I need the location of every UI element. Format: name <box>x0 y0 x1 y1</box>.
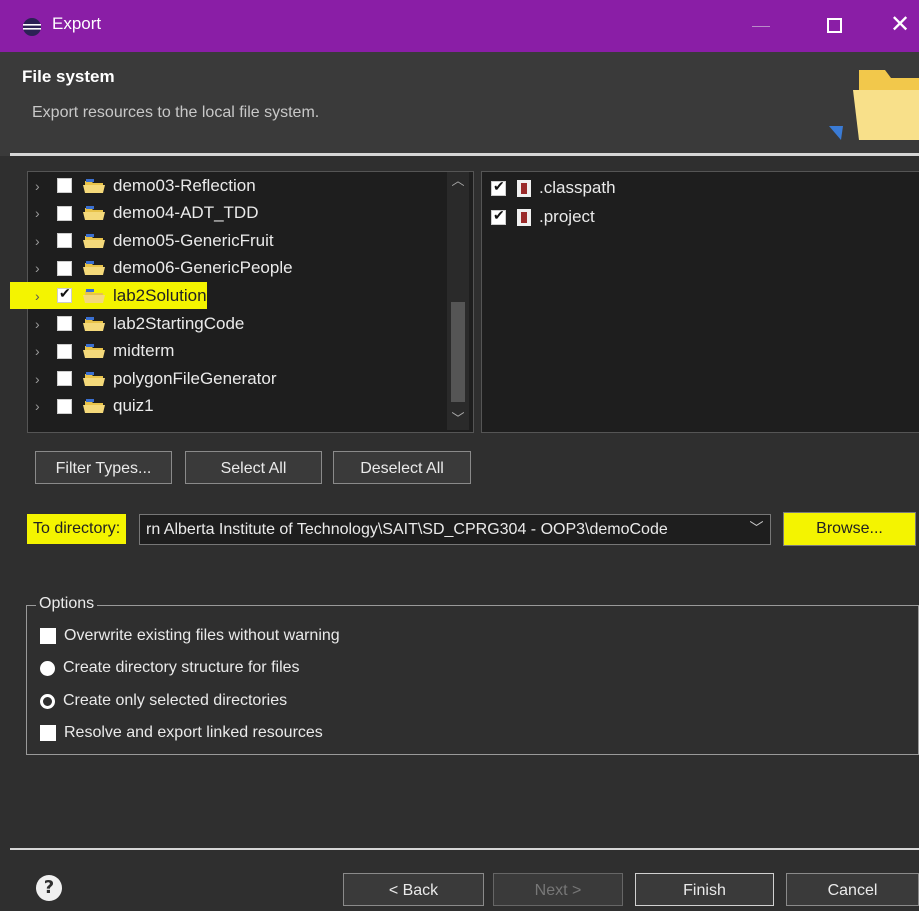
tree-row-label: demo05-GenericFruit <box>113 230 274 250</box>
project-folder-icon <box>83 399 105 414</box>
select-all-button[interactable]: Select All <box>185 451 322 484</box>
checkbox-icon[interactable] <box>57 260 72 276</box>
tree-row-label: lab2Solution <box>113 285 207 305</box>
chevron-right-icon[interactable]: › <box>35 371 47 387</box>
project-folder-icon <box>83 371 105 386</box>
tree-row-label: demo03-Reflection <box>113 175 256 195</box>
chevron-right-icon[interactable]: › <box>35 398 47 414</box>
checkbox-icon[interactable] <box>40 725 56 741</box>
to-directory-label: To directory: <box>27 514 127 544</box>
resolve-linked-label: Resolve and export linked resources <box>64 724 323 741</box>
checkbox-icon[interactable] <box>57 178 72 193</box>
close-button[interactable]: ✕ <box>890 10 910 39</box>
tree-row-label: demo04-ADT_TDD <box>113 203 259 223</box>
scroll-down-icon[interactable]: ﹀ <box>447 410 469 430</box>
footer-divider <box>10 848 919 850</box>
filter-types-button[interactable]: Filter Types... <box>35 451 172 484</box>
tree-row-label: midterm <box>113 341 175 361</box>
checkbox-icon[interactable] <box>57 398 72 414</box>
project-folder-icon <box>83 288 105 303</box>
tree-row[interactable]: › midterm <box>35 338 174 365</box>
tree-row[interactable]: › demo03-Reflection <box>35 172 256 199</box>
browse-button[interactable]: Browse... <box>783 512 916 546</box>
tree-row[interactable]: › lab2Solution <box>10 282 207 310</box>
checkbox-icon[interactable] <box>40 628 56 644</box>
file-row[interactable]: .project <box>491 203 595 231</box>
checkbox-icon[interactable] <box>57 233 72 249</box>
tree-row[interactable]: › lab2StartingCode <box>35 310 244 337</box>
chevron-right-icon[interactable]: › <box>35 343 47 359</box>
maximize-button[interactable] <box>827 18 842 33</box>
chevron-right-icon[interactable]: › <box>35 316 47 332</box>
file-row-label: .classpath <box>539 178 616 197</box>
resolve-linked-checkbox[interactable]: Resolve and export linked resources <box>40 720 323 746</box>
create-selected-label: Create only selected directories <box>63 692 288 709</box>
chevron-right-icon[interactable]: › <box>35 205 47 221</box>
checkbox-icon[interactable] <box>491 178 506 196</box>
page-description: Export resources to the local file syste… <box>32 104 320 121</box>
checkbox-icon[interactable] <box>57 316 72 331</box>
tree-row-label: quiz1 <box>113 396 154 416</box>
help-icon[interactable]: ? <box>36 875 62 901</box>
project-folder-icon <box>83 316 105 331</box>
checkbox-icon[interactable] <box>57 371 72 387</box>
create-structure-radio[interactable]: Create directory structure for files <box>40 655 300 681</box>
checkbox-icon[interactable] <box>491 207 506 225</box>
finish-button[interactable]: Finish <box>635 873 774 906</box>
project-folder-icon <box>83 233 105 248</box>
project-folder-icon <box>83 178 105 193</box>
tree-row[interactable]: › quiz1 <box>35 393 154 420</box>
file-row[interactable]: .classpath <box>491 174 616 202</box>
create-structure-label: Create directory structure for files <box>63 659 300 676</box>
tree-row[interactable]: › polygonFileGenerator <box>35 365 276 392</box>
window-title: Export <box>52 14 102 33</box>
project-folder-icon <box>83 344 105 359</box>
checkbox-icon[interactable] <box>57 343 72 359</box>
minimize-button[interactable] <box>752 26 770 27</box>
title-bar: Export ✕ <box>0 0 919 52</box>
chevron-right-icon[interactable]: › <box>35 260 47 276</box>
file-icon <box>517 179 531 197</box>
chevron-right-icon[interactable]: › <box>35 288 47 304</box>
tree-row-label: polygonFileGenerator <box>113 368 277 388</box>
scroll-up-icon[interactable]: ︿ <box>447 172 469 192</box>
chevron-right-icon[interactable]: › <box>35 233 47 249</box>
deselect-all-button[interactable]: Deselect All <box>333 451 471 484</box>
options-legend: Options <box>36 595 98 613</box>
tree-row[interactable]: › demo05-GenericFruit <box>35 227 274 254</box>
radio-selected-icon[interactable] <box>40 660 55 676</box>
tree-row[interactable]: › demo04-ADT_TDD <box>35 200 259 227</box>
project-folder-icon <box>83 261 105 276</box>
checkbox-icon[interactable] <box>57 285 72 304</box>
eclipse-logo-icon <box>23 18 41 36</box>
next-button[interactable]: Next > <box>493 873 623 906</box>
wizard-header: File system Export resources to the loca… <box>0 52 919 156</box>
file-icon <box>517 208 531 226</box>
checkbox-icon[interactable] <box>57 205 72 221</box>
overwrite-checkbox[interactable]: Overwrite existing files without warning <box>40 623 340 649</box>
tree-row-label: lab2StartingCode <box>113 313 245 333</box>
folder-banner-icon <box>829 70 919 140</box>
overwrite-label: Overwrite existing files without warning <box>64 627 340 644</box>
project-folder-icon <box>83 206 105 221</box>
project-tree-scrollbar[interactable]: ︿ ﹀ <box>447 172 469 430</box>
create-selected-radio[interactable]: Create only selected directories <box>40 688 287 714</box>
cancel-button[interactable]: Cancel <box>786 873 919 906</box>
chevron-right-icon[interactable]: › <box>35 178 47 194</box>
to-directory-input[interactable]: rn Alberta Institute of Technology\SAIT\… <box>139 514 771 545</box>
file-row-label: .project <box>539 207 595 226</box>
back-button[interactable]: < Back <box>343 873 484 906</box>
tree-row-label: demo06-GenericPeople <box>113 258 293 278</box>
page-title: File system <box>22 67 115 86</box>
header-divider <box>10 153 919 156</box>
radio-icon[interactable] <box>40 693 55 709</box>
tree-row[interactable]: › demo06-GenericPeople <box>35 255 293 282</box>
scrollbar-thumb[interactable] <box>451 302 465 402</box>
chevron-down-icon[interactable]: ﹀ <box>742 514 771 545</box>
